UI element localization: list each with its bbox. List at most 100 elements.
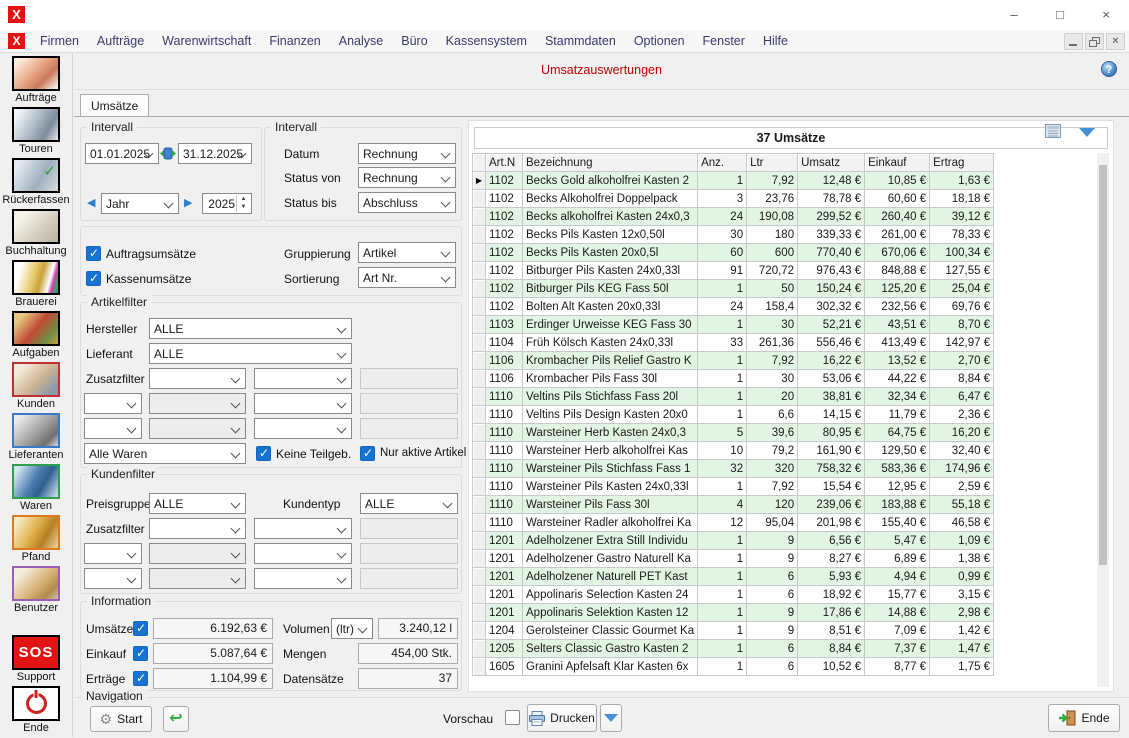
row-selector[interactable] xyxy=(473,262,486,280)
row-selector[interactable] xyxy=(473,298,486,316)
row-selector[interactable]: ▶ xyxy=(473,172,486,190)
kunden-zusatzfilter-2-combo[interactable] xyxy=(149,543,246,564)
einkauf-sum-checkbox[interactable] xyxy=(133,646,148,661)
table-row[interactable]: 1102Becks Pils Kasten 12x0,50l30180339,3… xyxy=(473,226,994,244)
start-button[interactable]: ⚙ Start xyxy=(90,706,152,732)
menu-item-firmen[interactable]: Firmen xyxy=(31,31,88,52)
row-selector[interactable] xyxy=(473,460,486,478)
table-row[interactable]: 1201Adelholzener Gastro Naturell Ka198,2… xyxy=(473,550,994,568)
kunden-zusatzfilter-3-combo[interactable] xyxy=(149,568,246,589)
grid-options-icon[interactable] xyxy=(1045,124,1061,138)
ende-button[interactable]: Ende xyxy=(1048,704,1120,732)
sidebar-item-brauerei[interactable]: Brauerei xyxy=(12,260,60,308)
auftragsumsaetze-checkbox[interactable] xyxy=(86,246,101,261)
hersteller-combo[interactable]: ALLE xyxy=(149,318,352,339)
table-row[interactable]: 1110Veltins Pils Stichfass Fass 20l12038… xyxy=(473,388,994,406)
datum-combo[interactable]: Rechnung xyxy=(358,143,456,164)
table-row[interactable]: 1110Warsteiner Herb Kasten 24x0,3539,680… xyxy=(473,424,994,442)
column-header-einkauf[interactable]: Einkauf xyxy=(865,154,930,172)
table-row[interactable]: 1106Krombacher Pils Fass 30l13053,06 €44… xyxy=(473,370,994,388)
sidebar-item-auftraege[interactable]: Aufträge xyxy=(12,56,60,104)
menu-item-hilfe[interactable]: Hilfe xyxy=(754,31,797,52)
kunden-zusatzfilter-2-op-combo[interactable] xyxy=(254,543,352,564)
sidebar-item-aufgaben[interactable]: Aufgaben xyxy=(12,311,60,359)
table-row[interactable]: 1102Bolten Alt Kasten 20x0,33l24158,4302… xyxy=(473,298,994,316)
sidebar-item-ende[interactable]: Ende xyxy=(12,686,60,734)
scrollbar-thumb[interactable] xyxy=(1099,165,1107,565)
table-row[interactable]: 1110Warsteiner Pils Stichfass Fass 13232… xyxy=(473,460,994,478)
table-row[interactable]: ▶1102Becks Gold alkoholfrei Kasten 217,9… xyxy=(473,172,994,190)
row-selector[interactable] xyxy=(473,388,486,406)
year-spinner[interactable]: 2025 ▲▼ xyxy=(202,193,252,214)
menu-item-bro[interactable]: Büro xyxy=(392,31,436,52)
date-range-icon[interactable] xyxy=(160,147,176,160)
kunden-zusatzfilter-1-combo[interactable] xyxy=(149,518,246,539)
menu-item-warenwirtschaft[interactable]: Warenwirtschaft xyxy=(153,31,260,52)
menu-item-optionen[interactable]: Optionen xyxy=(625,31,694,52)
row-selector[interactable] xyxy=(473,226,486,244)
sidebar-item-lieferanten[interactable]: Lieferanten xyxy=(8,413,63,461)
row-selector[interactable] xyxy=(473,352,486,370)
tab-umsaetze[interactable]: Umsätze xyxy=(80,94,149,117)
sidebar-item-rueckerfassen[interactable]: Rückerfassen xyxy=(2,158,69,206)
menu-item-kassensystem[interactable]: Kassensystem xyxy=(437,31,536,52)
kunden-zusatzfilter-2-value-field[interactable] xyxy=(360,543,458,564)
table-row[interactable]: 1201Appolinaris Selektion Kasten 121917,… xyxy=(473,604,994,622)
table-row[interactable]: 1102Becks alkoholfrei Kasten 24x0,324190… xyxy=(473,208,994,226)
ertraege-sum-checkbox[interactable] xyxy=(133,671,148,686)
date-from-combo[interactable]: 01.01.2025 xyxy=(85,143,159,164)
row-selector[interactable] xyxy=(473,370,486,388)
table-row[interactable]: 1110Warsteiner Herb alkoholfrei Kas1079,… xyxy=(473,442,994,460)
mdi-minimize-button[interactable] xyxy=(1064,33,1083,50)
sidebar-item-support[interactable]: SOS Support xyxy=(12,635,60,683)
row-selector[interactable] xyxy=(473,478,486,496)
volumen-unit-combo[interactable]: (ltr) xyxy=(331,618,373,639)
row-selector[interactable] xyxy=(473,424,486,442)
status-von-combo[interactable]: Rechnung xyxy=(358,167,456,188)
drucken-button[interactable]: Drucken xyxy=(527,704,597,732)
sortierung-combo[interactable]: Art Nr. xyxy=(358,267,456,288)
row-selector[interactable] xyxy=(473,244,486,262)
kunden-zusatzfilter-1-op-combo[interactable] xyxy=(254,518,352,539)
period-next-button[interactable]: ▶ xyxy=(184,196,192,209)
sidebar-item-waren[interactable]: Waren xyxy=(12,464,60,512)
artikel-zusatzfilter-1-value-field[interactable] xyxy=(360,368,458,389)
column-header-artn[interactable]: Art.N xyxy=(486,154,523,172)
sidebar-item-buchhaltung[interactable]: Buchhaltung xyxy=(5,209,66,257)
table-row[interactable]: 1110Warsteiner Pils Fass 30l4120239,06 €… xyxy=(473,496,994,514)
column-header-ltr[interactable]: Ltr xyxy=(747,154,798,172)
date-to-combo[interactable]: 31.12.2025 xyxy=(178,143,252,164)
row-selector[interactable] xyxy=(473,514,486,532)
table-row[interactable]: 1201Appolinaris Selection Kasten 241618,… xyxy=(473,586,994,604)
artikel-zusatzfilter-3-op-combo[interactable] xyxy=(254,418,352,439)
table-row[interactable]: 1204Gerolsteiner Classic Gourmet Ka198,5… xyxy=(473,622,994,640)
table-row[interactable]: 1110Warsteiner Radler alkoholfrei Ka1295… xyxy=(473,514,994,532)
window-minimize-button[interactable]: – xyxy=(991,0,1037,30)
artikel-zusatzfilter-3-value-field[interactable] xyxy=(360,418,458,439)
kundentyp-combo[interactable]: ALLE xyxy=(360,493,458,514)
table-row[interactable]: 1104Früh Kölsch Kasten 24x0,33l33261,365… xyxy=(473,334,994,352)
vorschau-checkbox[interactable] xyxy=(505,710,520,725)
row-selector[interactable] xyxy=(473,640,486,658)
table-row[interactable]: 1106Krombacher Pils Relief Gastro K17,92… xyxy=(473,352,994,370)
period-prev-button[interactable]: ◀ xyxy=(87,196,95,209)
sidebar-item-benutzer[interactable]: Benutzer xyxy=(12,566,60,614)
vertical-scrollbar[interactable] xyxy=(1097,153,1109,687)
reset-button[interactable]: ↩ xyxy=(163,706,189,732)
menu-item-analyse[interactable]: Analyse xyxy=(330,31,392,52)
artikel-zusatzfilter-2-combo[interactable] xyxy=(149,393,246,414)
artikel-zusatzfilter-1-combo[interactable] xyxy=(149,368,246,389)
menu-item-stammdaten[interactable]: Stammdaten xyxy=(536,31,625,52)
artikel-zusatzfilter-3-logic-combo[interactable] xyxy=(84,418,142,439)
spinner-arrows-icon[interactable]: ▲▼ xyxy=(236,195,250,212)
row-selector[interactable] xyxy=(473,532,486,550)
artikel-zusatzfilter-1-op-combo[interactable] xyxy=(254,368,352,389)
row-selector[interactable] xyxy=(473,622,486,640)
kunden-zusatzfilter-3-logic-combo[interactable] xyxy=(84,568,142,589)
artikel-zusatzfilter-2-value-field[interactable] xyxy=(360,393,458,414)
row-selector[interactable] xyxy=(473,586,486,604)
kunden-zusatzfilter-3-value-field[interactable] xyxy=(360,568,458,589)
window-maximize-button[interactable]: □ xyxy=(1037,0,1083,30)
lieferant-combo[interactable]: ALLE xyxy=(149,343,352,364)
nur-aktive-artikel-checkbox[interactable] xyxy=(360,446,375,461)
